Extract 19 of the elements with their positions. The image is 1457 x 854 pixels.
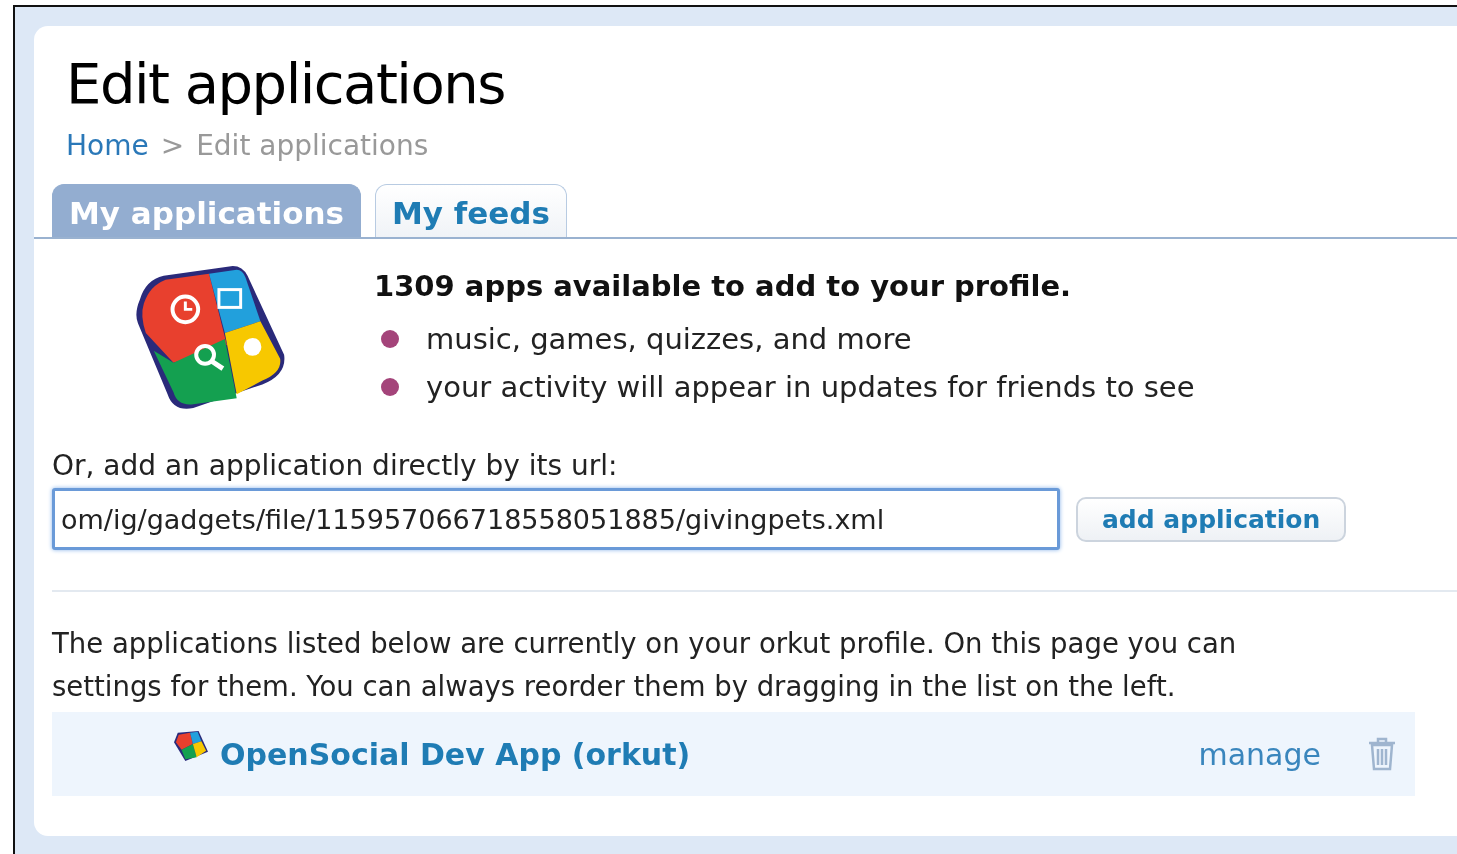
url-label: Or, add an application directly by its url: bbox=[52, 449, 619, 482]
trash-icon[interactable] bbox=[1367, 737, 1397, 771]
url-input[interactable]: om/ig/gadgets/file/115957066718558051885/givingpets.xml bbox=[52, 488, 1060, 550]
breadcrumb-text: > bbox=[160, 128, 185, 164]
bullet-icon bbox=[380, 377, 400, 397]
apps-available-heading: 1309 apps available to add to your profile. bbox=[374, 269, 1073, 303]
tab[interactable]: My applications bbox=[52, 184, 361, 237]
intro-paragraph: The applications listed below are currently on your orkut profile. On this page you can settings for them. You can always reorder them by dragging in the list on the left. bbox=[52, 626, 1238, 704]
feature-text: your activity will appear in updates for friends to see bbox=[426, 370, 1195, 404]
add-application-button[interactable]: add application bbox=[1076, 496, 1347, 542]
bullet-icon bbox=[380, 329, 400, 349]
application-link[interactable]: OpenSocial Dev App (orkut) bbox=[220, 736, 691, 772]
tab[interactable]: My feeds bbox=[374, 184, 567, 237]
feature-text: music, games, quizzes, and more bbox=[426, 322, 912, 356]
manage-link[interactable]: manage bbox=[1198, 736, 1321, 772]
breadcrumb-link[interactable]: Home bbox=[66, 128, 149, 164]
page-title: Edit applications bbox=[65, 50, 506, 118]
breadcrumb-text: Edit applications bbox=[196, 128, 429, 164]
app-tiles-icon bbox=[172, 729, 210, 763]
